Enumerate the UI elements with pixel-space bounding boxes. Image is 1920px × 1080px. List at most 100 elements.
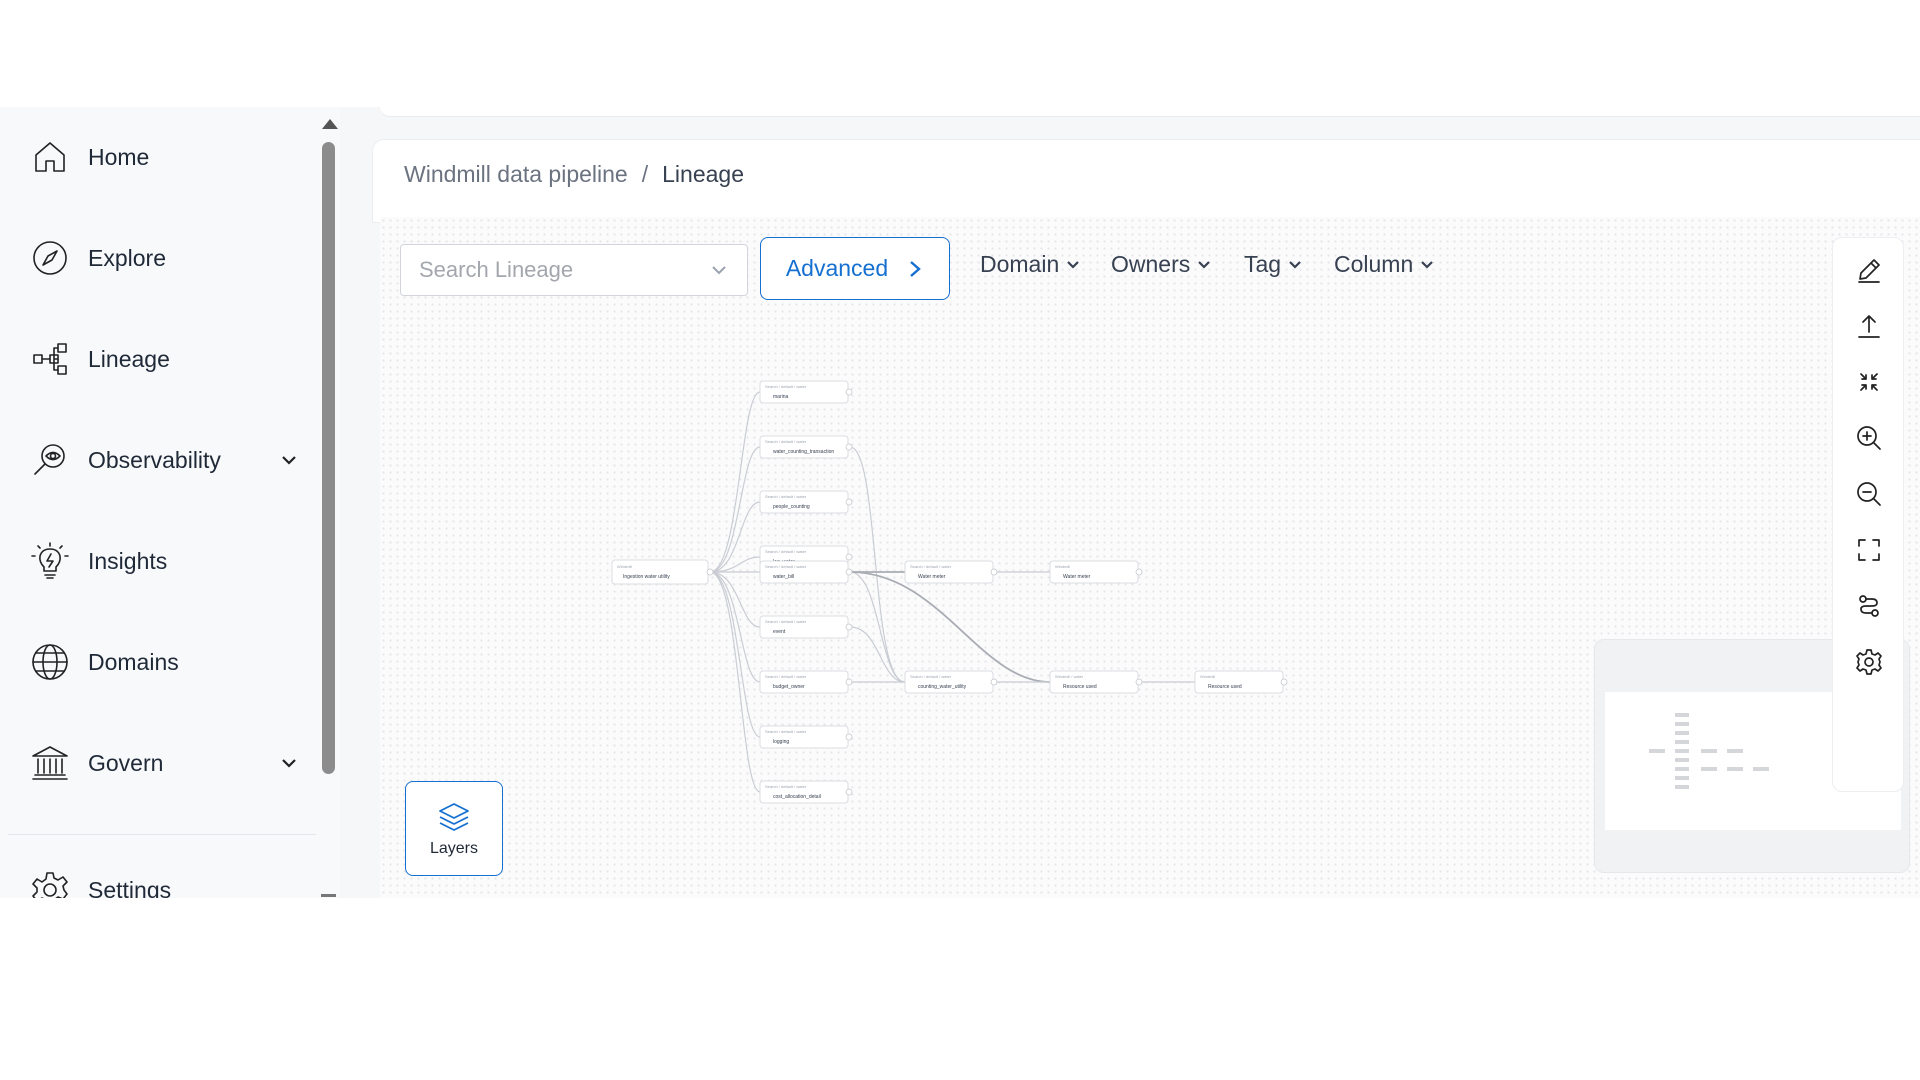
svg-text:Resource used: Resource used bbox=[1208, 684, 1242, 690]
chevron-down-icon bbox=[1421, 260, 1434, 269]
sidebar: Home Explore Lineage Observability Insig… bbox=[0, 107, 318, 898]
sidebar-item-domains[interactable]: Domains bbox=[30, 637, 300, 687]
gear-icon bbox=[30, 870, 70, 898]
advanced-label: Advanced bbox=[785, 255, 889, 281]
svg-text:water_bill: water_bill bbox=[773, 574, 794, 580]
sidebar-item-observability[interactable]: Observability bbox=[30, 435, 300, 485]
svg-text:Search / default / water: Search / default / water bbox=[765, 674, 807, 679]
home-icon bbox=[30, 137, 70, 177]
search-lineage-input[interactable]: Search Lineage bbox=[400, 244, 748, 296]
sidebar-item-label: Explore bbox=[88, 244, 166, 271]
filter-label: Tag bbox=[1244, 251, 1282, 277]
svg-text:water_counting_transaction: water_counting_transaction bbox=[773, 449, 834, 455]
svg-text:Search / default / water: Search / default / water bbox=[765, 619, 807, 624]
chevron-down-icon bbox=[712, 266, 726, 275]
svg-text:cost_allocation_detail: cost_allocation_detail bbox=[773, 794, 821, 800]
sidebar-item-label: Observability bbox=[88, 446, 221, 473]
collapse-icon[interactable] bbox=[1854, 367, 1884, 397]
chevron-down-icon bbox=[1067, 260, 1080, 269]
chevron-down-icon[interactable] bbox=[278, 449, 300, 471]
observability-icon bbox=[30, 440, 70, 480]
svg-text:Search / default / water: Search / default / water bbox=[910, 674, 952, 679]
filter-label: Owners bbox=[1111, 251, 1191, 277]
sidebar-item-lineage[interactable]: Lineage bbox=[30, 334, 300, 384]
svg-text:logging: logging bbox=[773, 739, 789, 745]
edit-icon[interactable] bbox=[1854, 255, 1884, 285]
scroll-thumb[interactable] bbox=[322, 142, 335, 774]
lineage-node[interactable]: Windmill Resource used bbox=[1194, 670, 1288, 694]
sidebar-item-label: Domains bbox=[88, 648, 179, 675]
filter-label: Column bbox=[1334, 251, 1414, 277]
lineage-node[interactable]: Search / default / water cost_allocation_… bbox=[759, 780, 853, 804]
sidebar-item-insights[interactable]: Insights bbox=[30, 536, 300, 586]
lineage-node-root[interactable]: Windmill Ingestion water utility bbox=[611, 559, 714, 585]
scroll-up-arrow[interactable] bbox=[322, 119, 338, 129]
filter-label: Domain bbox=[980, 251, 1060, 277]
globe-icon bbox=[30, 642, 70, 682]
svg-text:Search / default / water: Search / default / water bbox=[765, 494, 807, 499]
sidebar-item-home[interactable]: Home bbox=[30, 132, 300, 182]
svg-text:Windmill: Windmill bbox=[617, 564, 632, 569]
sidebar-item-label: Insights bbox=[88, 547, 168, 574]
filter-domain[interactable]: Domain bbox=[980, 251, 1081, 278]
svg-text:Water meter: Water meter bbox=[918, 574, 946, 580]
lineage-node[interactable]: Search / default / water marina bbox=[759, 380, 853, 404]
lineage-node[interactable]: Search / default / water Water meter bbox=[904, 560, 998, 584]
svg-text:Search / default / water: Search / default / water bbox=[765, 384, 807, 389]
svg-text:event: event bbox=[773, 629, 786, 635]
lineage-node[interactable]: Search / default / water water_bill bbox=[759, 560, 853, 584]
svg-text:budget_owner: budget_owner bbox=[773, 684, 805, 690]
sidebar-item-govern[interactable]: Govern bbox=[30, 738, 300, 788]
filter-owners[interactable]: Owners bbox=[1111, 251, 1212, 278]
zoom-out-icon[interactable] bbox=[1854, 479, 1884, 509]
scroll-down-arrow[interactable] bbox=[321, 894, 336, 897]
svg-text:Search / default / water: Search / default / water bbox=[765, 439, 807, 444]
svg-text:Search / default / water: Search / default / water bbox=[910, 564, 952, 569]
export-icon[interactable] bbox=[1854, 311, 1884, 341]
lineage-node[interactable]: Search / default / water people_counting bbox=[759, 490, 853, 514]
svg-text:Water meter: Water meter bbox=[1063, 574, 1091, 580]
svg-text:Search / default / water: Search / default / water bbox=[765, 784, 807, 789]
lineage-mode-icon[interactable] bbox=[1854, 591, 1884, 621]
lineage-node[interactable]: Windmill Water meter bbox=[1049, 560, 1143, 584]
lightbulb-icon bbox=[30, 541, 70, 581]
chevron-down-icon bbox=[1289, 260, 1301, 269]
sidebar-item-settings[interactable]: Settings bbox=[30, 865, 300, 898]
svg-text:Windmill: Windmill bbox=[1200, 674, 1215, 679]
sidebar-item-explore[interactable]: Explore bbox=[30, 233, 300, 283]
lineage-node[interactable]: Search / default / water event bbox=[759, 615, 853, 639]
lineage-node[interactable]: Search / default / water logging bbox=[759, 725, 853, 749]
fit-view-icon[interactable] bbox=[1854, 535, 1884, 565]
zoom-in-icon[interactable] bbox=[1854, 423, 1884, 453]
app-window: Home Explore Lineage Observability Insig… bbox=[0, 107, 1920, 898]
svg-text:people_counting: people_counting bbox=[773, 504, 810, 510]
compass-icon bbox=[30, 238, 70, 278]
bank-icon bbox=[30, 743, 70, 783]
svg-text:marina: marina bbox=[773, 394, 789, 400]
settings-icon[interactable] bbox=[1854, 647, 1884, 677]
chevron-down-icon[interactable] bbox=[278, 752, 300, 774]
filter-column[interactable]: Column bbox=[1334, 251, 1435, 278]
svg-text:Ingestion water utility: Ingestion water utility bbox=[623, 574, 670, 580]
lineage-icon bbox=[30, 339, 70, 379]
svg-text:Windmill / water: Windmill / water bbox=[1055, 674, 1084, 679]
svg-text:counting_water_utility: counting_water_utility bbox=[918, 684, 967, 690]
lineage-node[interactable]: Search / default / water counting_water_u… bbox=[904, 670, 998, 694]
sidebar-scrollbar[interactable] bbox=[318, 107, 340, 898]
chevron-down-icon bbox=[1198, 260, 1211, 269]
lineage-node[interactable]: Search / default / water water_counting_t… bbox=[759, 435, 853, 459]
layers-label: Layers bbox=[429, 839, 479, 857]
advanced-button[interactable]: Advanced bbox=[760, 237, 950, 300]
svg-text:Search / default / water: Search / default / water bbox=[765, 564, 807, 569]
svg-text:Windmill: Windmill bbox=[1055, 564, 1070, 569]
main-panel: Windmill data pipeline / Lineage Windmil… bbox=[340, 107, 1920, 898]
filter-tag[interactable]: Tag bbox=[1244, 251, 1303, 278]
sidebar-item-label: Home bbox=[88, 143, 150, 170]
lineage-node[interactable]: Windmill / water Resource used bbox=[1049, 670, 1143, 694]
lineage-node[interactable]: Search / default / water budget_owner bbox=[759, 670, 853, 694]
search-placeholder: Search Lineage bbox=[419, 257, 574, 282]
svg-text:Search / default / water: Search / default / water bbox=[765, 549, 807, 554]
sidebar-item-label: Govern bbox=[88, 749, 164, 776]
layers-button[interactable]: Layers bbox=[405, 781, 503, 876]
sidebar-item-label: Settings bbox=[88, 876, 172, 899]
